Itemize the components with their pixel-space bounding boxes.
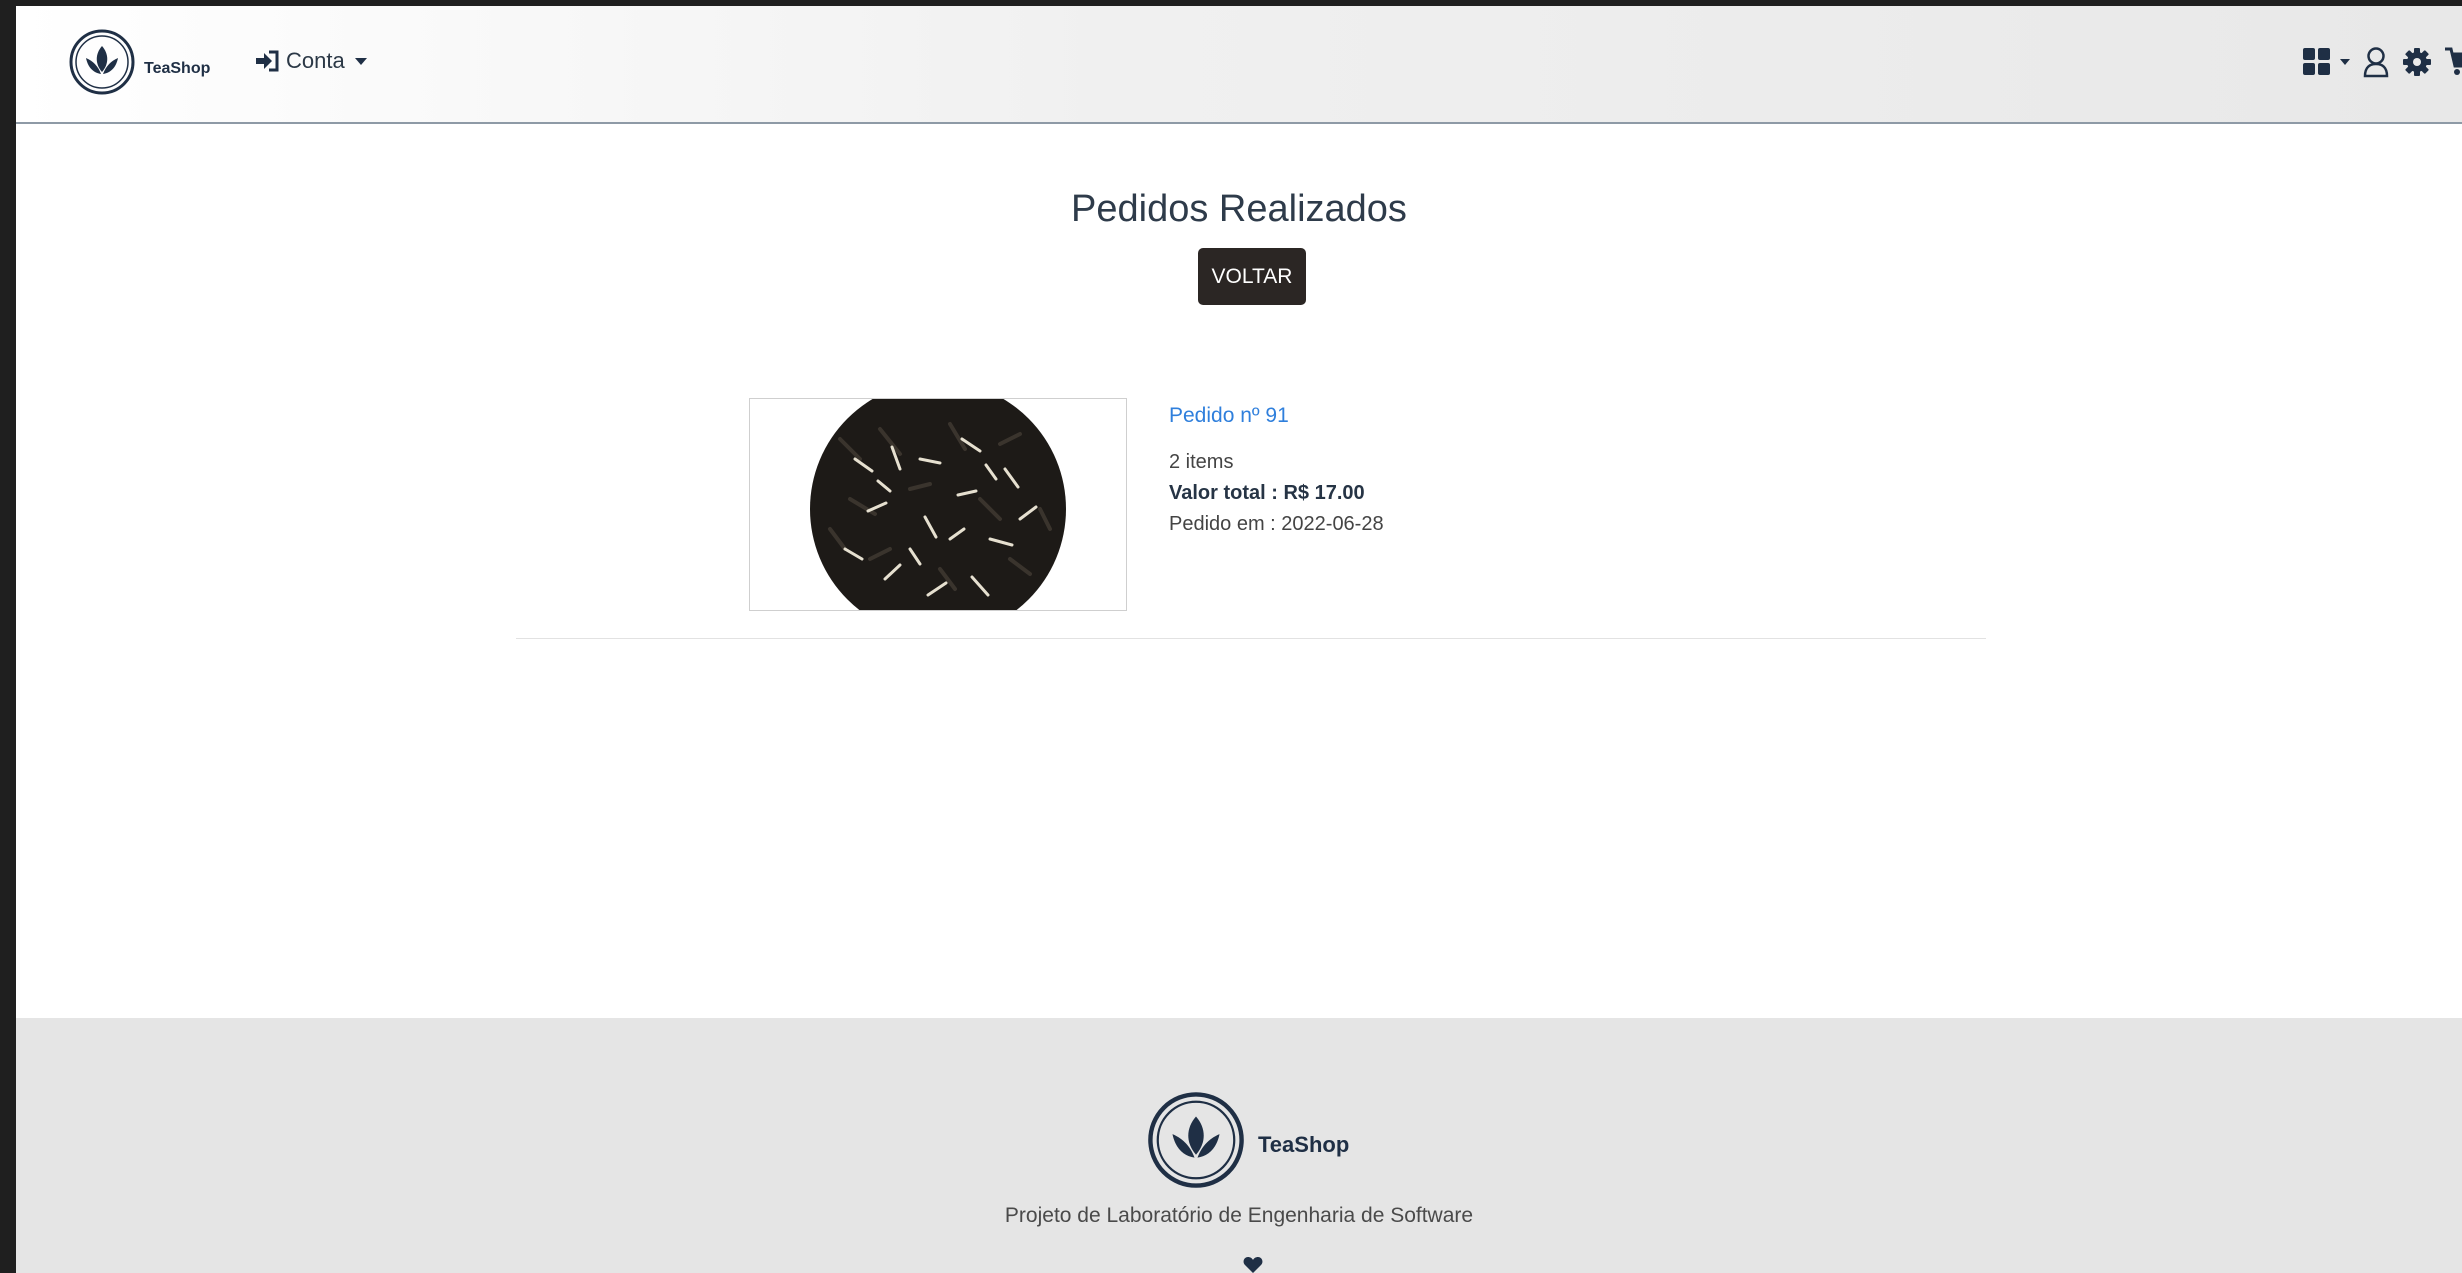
order-item-count: 2 items (1169, 451, 1234, 473)
footer-brand: TeaShop (1146, 1090, 1349, 1190)
sign-in-icon (256, 50, 279, 72)
gear-icon[interactable] (2402, 47, 2432, 77)
apps-menu[interactable] (2302, 47, 2350, 77)
account-label: Conta (286, 48, 345, 73)
tea-leaf-logo-icon (1148, 1092, 1244, 1188)
footer-tagline: Projeto de Laboratório de Engenharia de … (1004, 1204, 1474, 1227)
chevron-down-icon (2340, 59, 2350, 65)
order-product-image (749, 398, 1127, 611)
order-details: Pedido nº 91 2 items Valor total : R$ 17… (1169, 400, 1384, 536)
order-list-item: Pedido nº 91 2 items Valor total : R$ 17… (16, 124, 2462, 644)
brand-logo[interactable]: TeaShop (68, 28, 210, 96)
navbar-actions: 0 (2290, 46, 2462, 78)
order-date: Pedido em : 2022-06-28 (1169, 513, 1384, 535)
top-navbar: TeaShop Conta (16, 6, 2462, 124)
order-total: Valor total : R$ 17.00 (1169, 482, 1365, 504)
heart-icon (1243, 1257, 1263, 1273)
tea-leaf-logo-icon (69, 29, 135, 95)
brand-name: TeaShop (144, 60, 211, 77)
cart-icon (2445, 47, 2462, 75)
user-icon[interactable] (2362, 46, 2390, 78)
order-link[interactable]: Pedido nº 91 (1169, 404, 1384, 428)
divider (516, 638, 1986, 639)
footer: TeaShop Projeto de Laboratório de Engenh… (16, 1018, 2462, 1273)
cart-button[interactable]: 0 (2444, 46, 2462, 78)
grid-icon (2303, 48, 2330, 75)
chevron-down-icon (354, 57, 367, 65)
footer-brand-name: TeaShop (1258, 1132, 1350, 1157)
account-dropdown[interactable]: Conta (254, 48, 367, 74)
browser-viewport: TeaShop Conta Pedidos Realizados VOLTAR … (16, 6, 2462, 1273)
orders-page: Pedidos Realizados VOLTAR Pedido nº 91 2… (16, 124, 2462, 1018)
